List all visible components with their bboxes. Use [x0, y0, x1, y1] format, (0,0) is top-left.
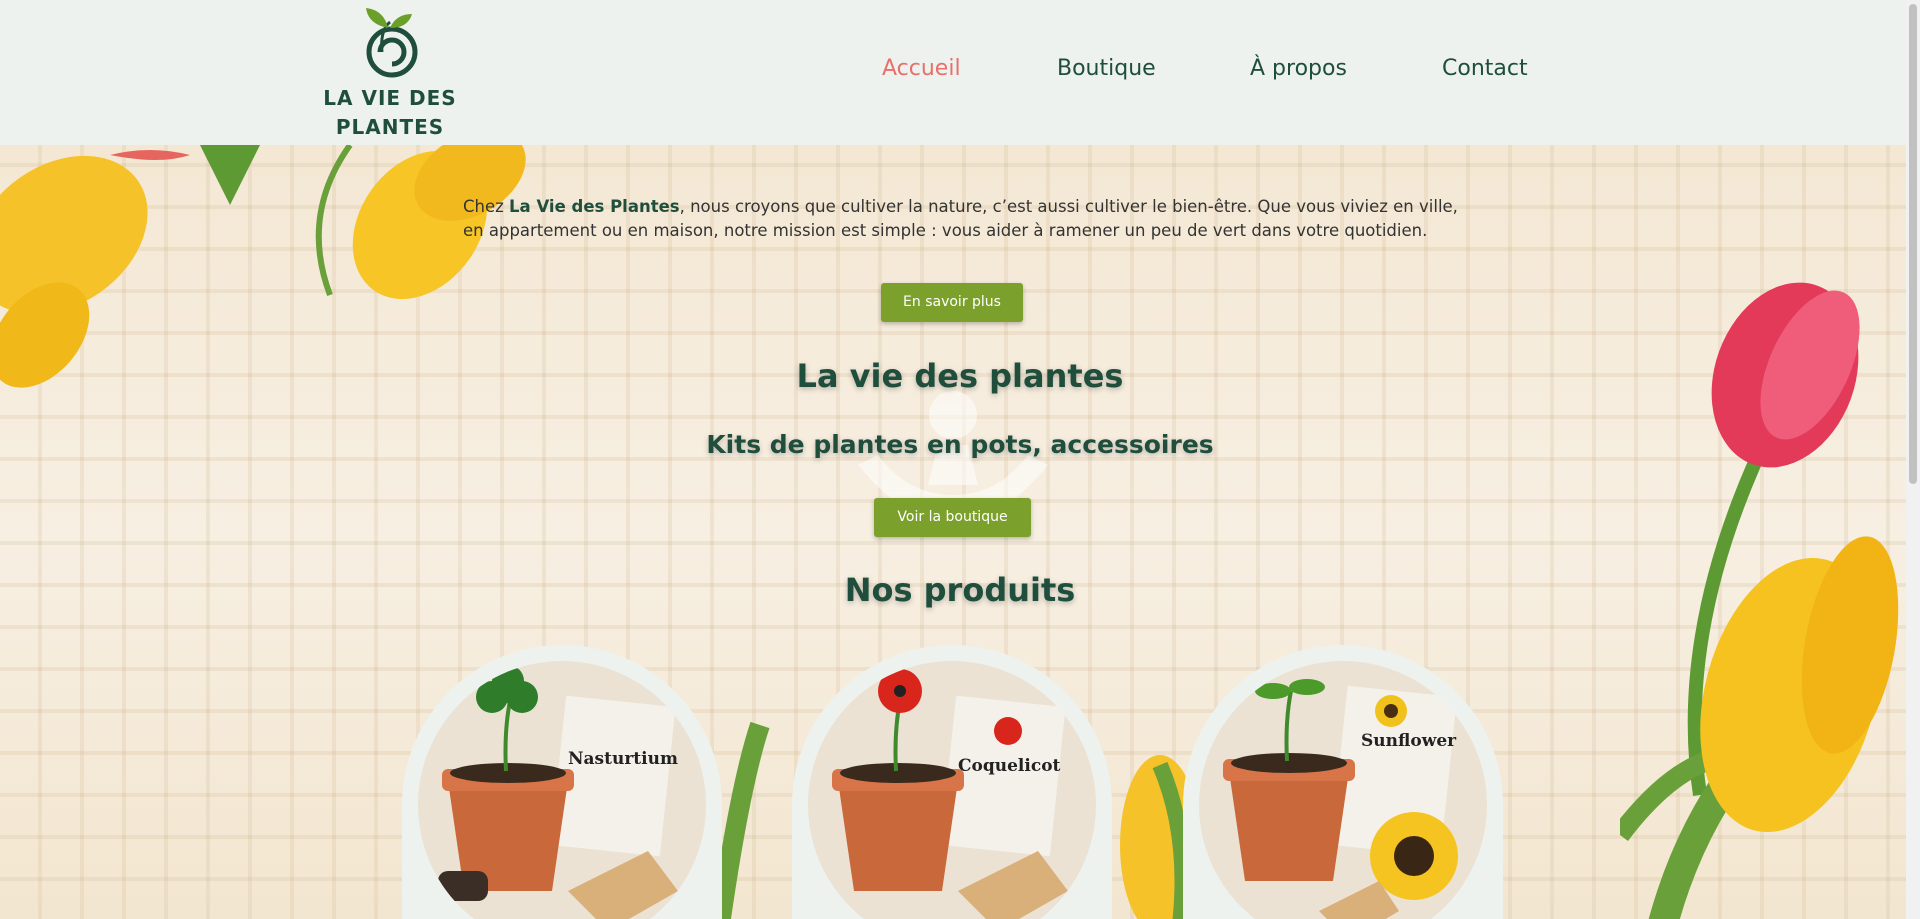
products-title: Nos produits [844, 571, 1076, 609]
plant-pot-icon [1223, 679, 1458, 919]
nav-accueil[interactable]: Accueil [882, 56, 961, 81]
seed-packet-label: Coquelicot [958, 756, 1061, 776]
product-image-coquelicot: Coquelicot [808, 661, 1096, 919]
nav-a-propos[interactable]: À propos [1250, 56, 1347, 81]
seed-packet-label: Nasturtium [568, 749, 678, 769]
hero-subtitle: Kits de plantes en pots, accessoires [706, 430, 1214, 459]
site-header: LA VIE DES PLANTES Accueil Boutique À pr… [0, 0, 1920, 145]
nav-boutique[interactable]: Boutique [1057, 56, 1156, 81]
hero-section: Chez La Vie des Plantes, nous croyons qu… [0, 145, 1920, 919]
brand-name-line1: LA VIE DES [323, 86, 457, 110]
product-image-nasturtium: Nasturtium [418, 661, 706, 919]
product-image-sunflower: Sunflower [1199, 661, 1487, 919]
page-scrollbar[interactable] [1906, 0, 1920, 919]
seed-packet-label: Sunflower [1361, 731, 1457, 751]
brand-name: LA VIE DES PLANTES [320, 84, 460, 142]
nav-contact[interactable]: Contact [1442, 56, 1528, 81]
learn-more-button[interactable]: En savoir plus [881, 283, 1023, 322]
product-card[interactable]: Nasturtium [402, 645, 722, 919]
hero-title: La vie des plantes [796, 357, 1124, 395]
intro-prefix: Chez [463, 197, 510, 216]
brand-name-line2: PLANTES [335, 115, 445, 139]
plant-pot-icon [438, 665, 678, 919]
intro-brand: La Vie des Plantes [509, 197, 680, 216]
plant-pot-icon [832, 669, 1068, 919]
scrollbar-thumb[interactable] [1909, 4, 1917, 484]
product-card[interactable]: Sunflower [1183, 645, 1503, 919]
main-nav: Accueil Boutique À propos Contact [0, 56, 1920, 86]
shop-button[interactable]: Voir la boutique [874, 498, 1031, 537]
intro-paragraph: Chez La Vie des Plantes, nous croyons qu… [463, 195, 1463, 243]
